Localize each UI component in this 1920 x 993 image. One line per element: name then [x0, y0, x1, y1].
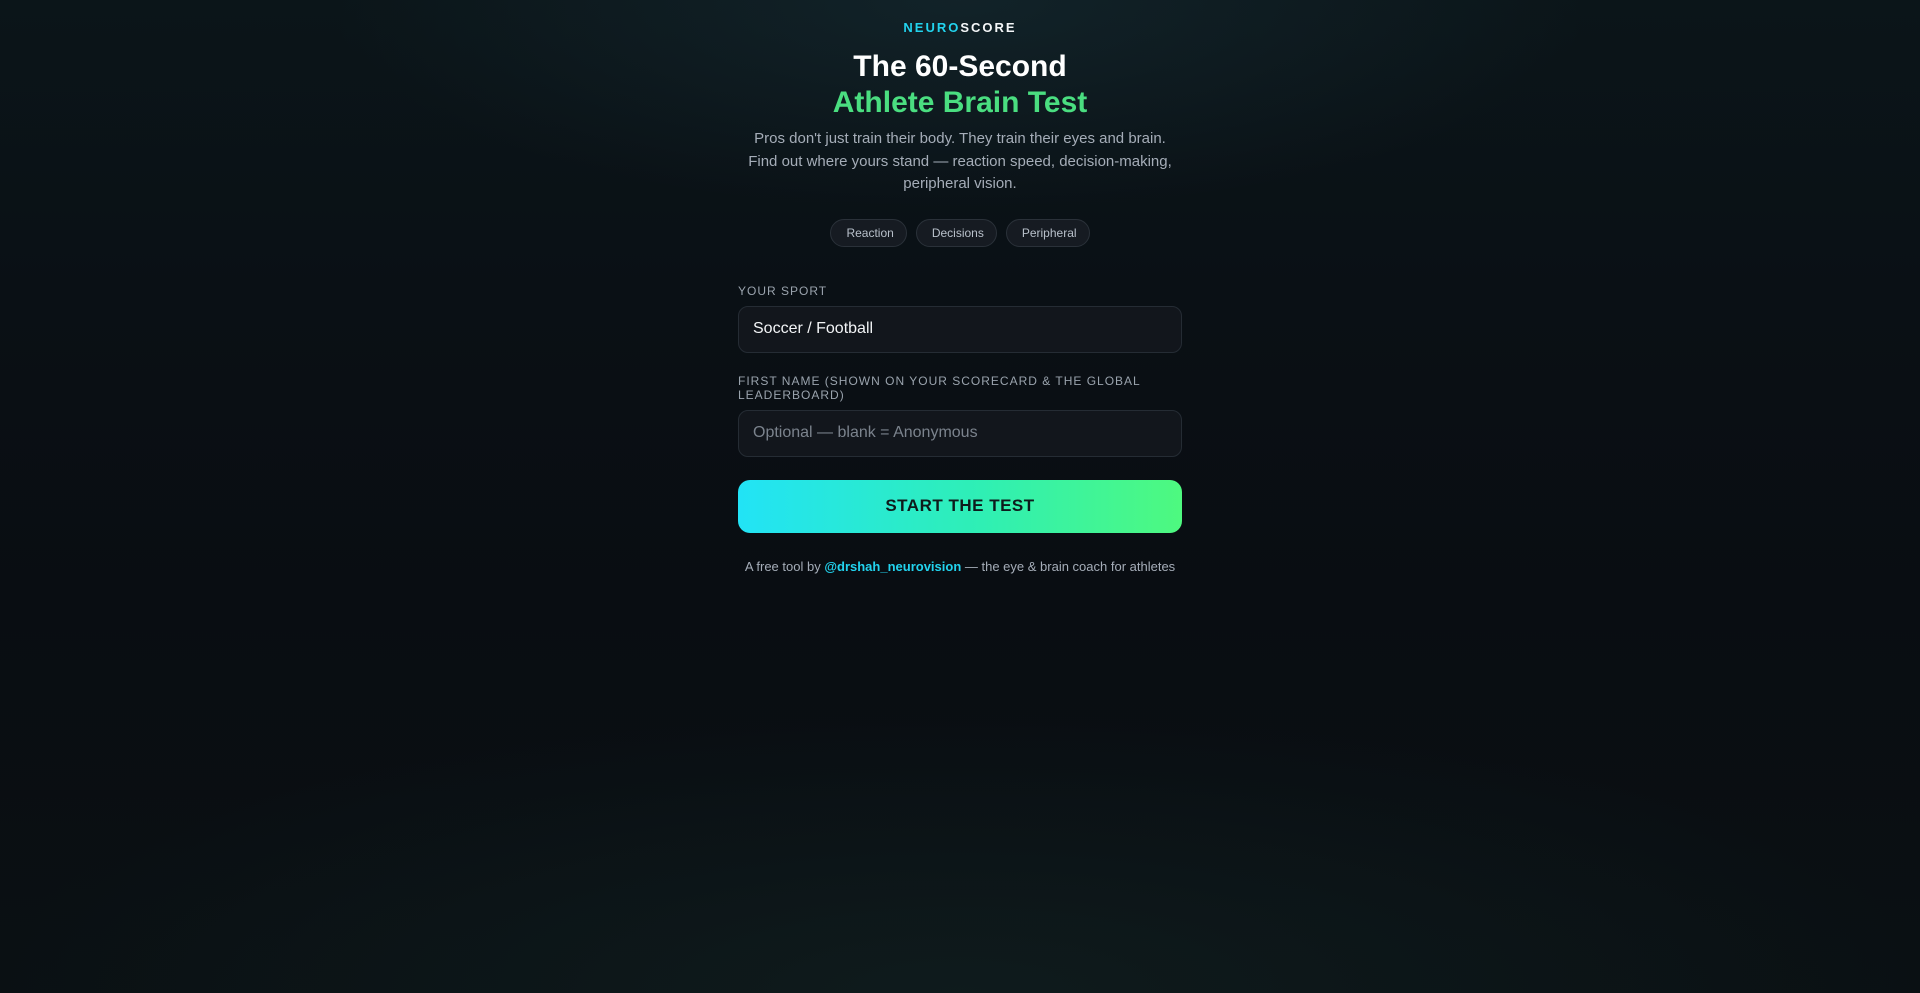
footer-suffix: — the eye & brain coach for athletes: [964, 558, 1176, 574]
footer-handle-link[interactable]: @drshah_neurovision: [824, 559, 961, 574]
sport-select-value: Soccer / Football: [753, 320, 874, 337]
landing-card: NEUROSCORE The 60-Second Athlete Brain T…: [738, 0, 1182, 575]
chip-peripheral[interactable]: Peripheral: [1005, 218, 1090, 247]
page-title-line2: Athlete Brain Test: [832, 86, 1088, 119]
page-title-line1: The 60-Second: [853, 50, 1067, 83]
page-title: The 60-Second Athlete Brain Test: [738, 49, 1182, 121]
footer-credit: A free tool by @drshah_neurovision — the…: [738, 559, 1182, 575]
page-subtitle: Pros don't just train their body. They t…: [748, 130, 1172, 192]
brand-logo-score: SCORE: [960, 20, 1017, 35]
chip-reaction[interactable]: Reaction: [830, 218, 907, 247]
brand-logo: NEUROSCORE: [738, 20, 1182, 36]
first-name-input[interactable]: [738, 409, 1182, 457]
footer-prefix: A free tool by: [744, 558, 821, 574]
sport-label: Your Sport: [738, 283, 828, 298]
sport-select[interactable]: Soccer / Football: [738, 305, 1182, 353]
feature-chips: Reaction Decisions Peripheral: [738, 218, 1182, 247]
chip-peripheral-label: Peripheral: [1021, 225, 1077, 240]
brand-logo-neuro: NEURO: [903, 20, 961, 35]
chip-decisions[interactable]: Decisions: [915, 218, 997, 247]
signup-form: Your Sport Soccer / Football First name …: [738, 284, 1182, 533]
first-name-label: First name (shown on your scorecard & th…: [738, 373, 1141, 402]
start-test-button[interactable]: START THE TEST: [738, 479, 1182, 533]
chip-reaction-label: Reaction: [846, 225, 894, 240]
chip-decisions-label: Decisions: [931, 225, 984, 240]
